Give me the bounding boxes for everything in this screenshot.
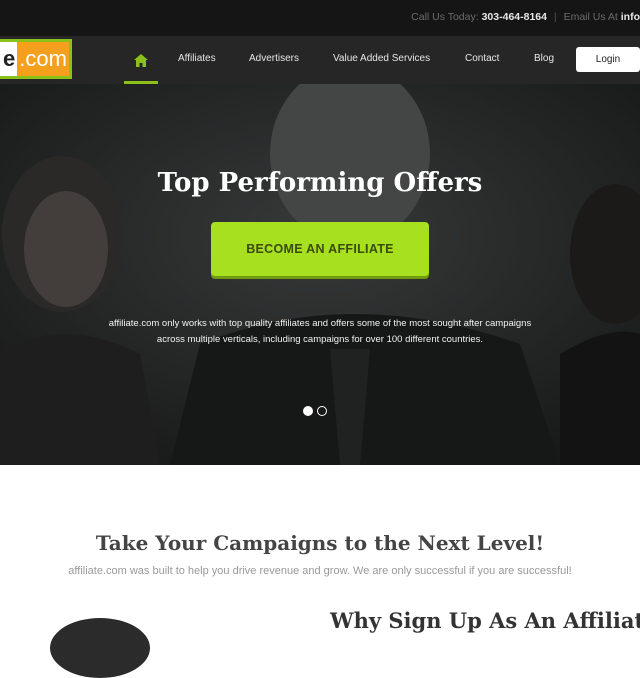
site-logo[interactable]: e .com: [0, 39, 72, 79]
nav-item-contact[interactable]: Contact: [465, 36, 499, 84]
affiliate-photo: [50, 618, 150, 678]
call-label: Call Us Today:: [411, 11, 479, 23]
become-affiliate-button[interactable]: BECOME AN AFFILIATE: [211, 222, 429, 276]
logo-badge: e .com: [0, 42, 69, 76]
main-navbar: e .com Affiliates Advertisers Value Adde…: [0, 36, 640, 84]
slider-dot-2[interactable]: [317, 406, 327, 416]
top-contact-bar: Call Us Today: 303-464-8164 | Email Us A…: [0, 0, 640, 36]
contact-info: Call Us Today: 303-464-8164 | Email Us A…: [411, 0, 640, 36]
nav-item-advertisers[interactable]: Advertisers: [249, 36, 299, 84]
hero-description-line-2: across multiple verticals, including cam…: [156, 334, 484, 345]
email-link[interactable]: info: [621, 11, 640, 23]
phone-number[interactable]: 303-464-8164: [482, 11, 547, 23]
nav-item-affiliates[interactable]: Affiliates: [178, 36, 216, 84]
logo-text-com: .com: [19, 46, 67, 71]
slider-dot-1[interactable]: [303, 406, 313, 416]
hero-banner: Top Performing Offers BECOME AN AFFILIAT…: [0, 84, 640, 465]
slider-pagination: [303, 406, 327, 420]
nav-item-value-added-services[interactable]: Value Added Services: [333, 36, 430, 84]
login-button[interactable]: Login: [576, 47, 640, 72]
logo-text-e: e: [0, 42, 18, 76]
nav-home[interactable]: [124, 36, 158, 84]
contact-separator: |: [553, 11, 557, 23]
why-sign-up-heading: Why Sign Up As An Affiliate?: [330, 608, 640, 633]
hero-description-line-1: affiliate.com only works with top qualit…: [108, 318, 532, 329]
hero-title: Top Performing Offers: [157, 168, 483, 198]
hero-description: affiliate.com only works with top qualit…: [40, 316, 600, 348]
section-title: Take Your Campaigns to the Next Level!: [95, 531, 545, 555]
email-label: Email Us At: [563, 11, 618, 23]
section-subtitle: affiliate.com was built to help you driv…: [68, 565, 572, 577]
nav-item-blog[interactable]: Blog: [534, 36, 554, 84]
home-icon: [134, 53, 148, 67]
